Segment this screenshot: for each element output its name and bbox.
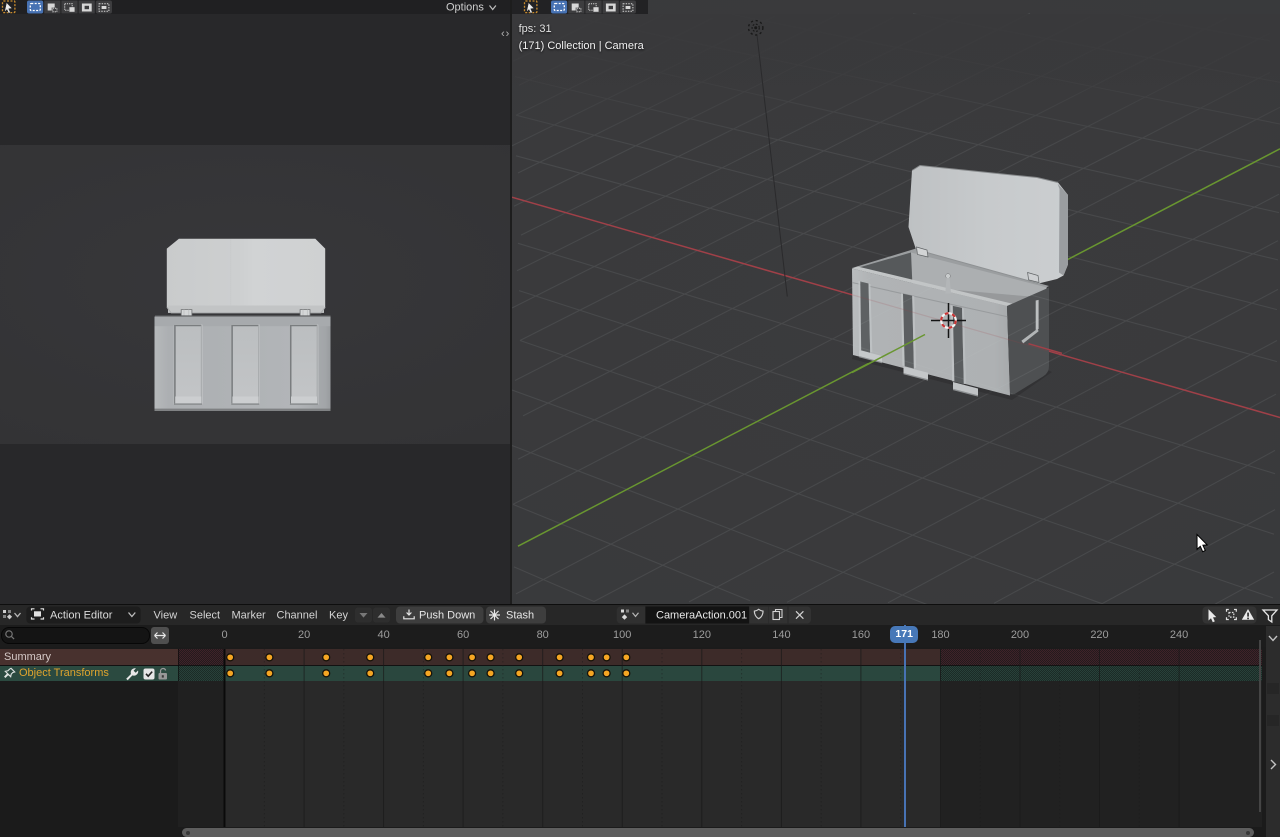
svg-text:Key: Key — [329, 610, 348, 622]
svg-text:CameraAction.001: CameraAction.001 — [656, 610, 747, 622]
svg-text:Options: Options — [446, 2, 484, 14]
svg-text:Channel: Channel — [277, 610, 318, 622]
svg-text:Marker: Marker — [232, 610, 267, 622]
svg-text:Stash: Stash — [506, 610, 534, 622]
svg-text:Push Down: Push Down — [419, 610, 475, 622]
svg-text:Select: Select — [190, 610, 221, 622]
svg-text:Action Editor: Action Editor — [50, 610, 113, 622]
svg-text:View: View — [154, 610, 178, 622]
